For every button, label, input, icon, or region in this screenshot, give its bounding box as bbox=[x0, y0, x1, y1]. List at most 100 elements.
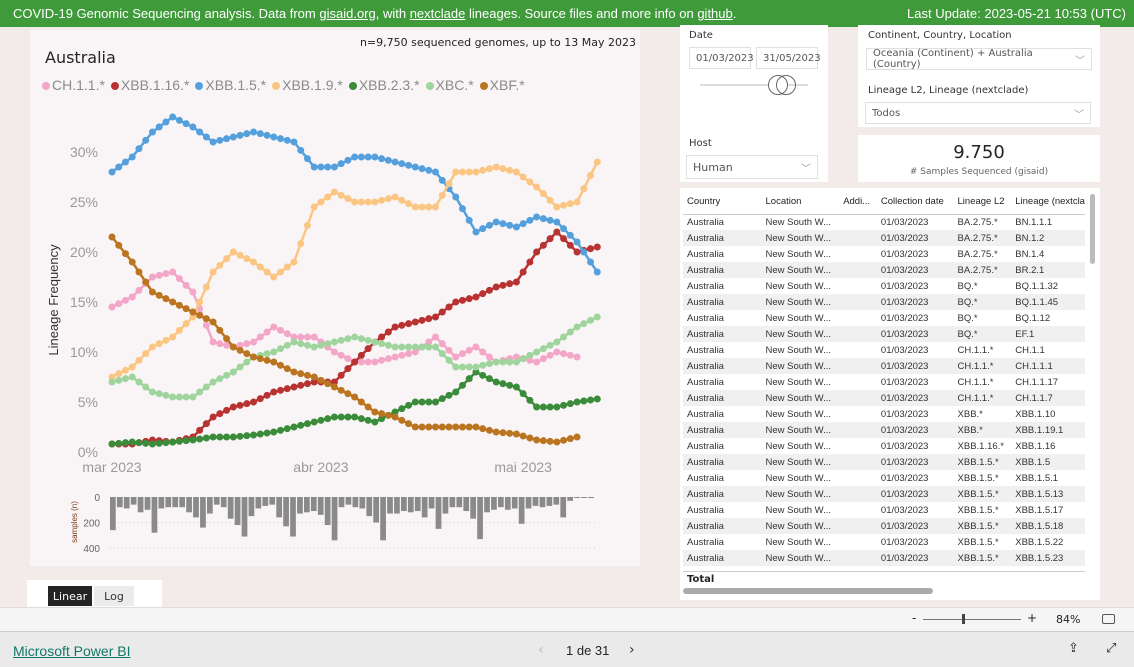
data-point bbox=[121, 439, 129, 447]
table-row[interactable]: Australia New South W... 01/03/2023 XBB.1.5… bbox=[683, 486, 1085, 502]
table-row[interactable]: Australia New South W... 01/03/2023 BQ.* BQ.… bbox=[683, 310, 1085, 326]
data-point bbox=[539, 403, 547, 411]
table-cell: 01/03/2023 bbox=[880, 504, 929, 516]
host-dropdown[interactable]: Human ﹀ bbox=[686, 155, 818, 179]
column-header[interactable]: Addi... bbox=[839, 190, 877, 215]
data-point bbox=[270, 323, 278, 331]
data-point bbox=[175, 116, 183, 124]
zoom-slider[interactable] bbox=[923, 619, 1021, 620]
table-cell: Australia bbox=[683, 230, 762, 246]
column-header[interactable]: Lineage (nextcla bbox=[1011, 190, 1085, 215]
column-header[interactable]: Collection date bbox=[876, 190, 954, 215]
sample-bar bbox=[324, 497, 331, 526]
horizontal-scrollbar[interactable] bbox=[683, 588, 933, 594]
data-point bbox=[432, 423, 440, 431]
table-row[interactable]: Australia New South W... 01/03/2023 BA.2.75… bbox=[683, 246, 1085, 262]
next-page-button[interactable]: › bbox=[629, 642, 635, 658]
log-button[interactable]: Log bbox=[94, 586, 134, 606]
fullscreen-icon[interactable]: ⤢ bbox=[1106, 641, 1116, 656]
table-row[interactable]: Australia New South W... 01/03/2023 BA.2.75… bbox=[683, 230, 1085, 246]
y-tick-label: 0% bbox=[78, 444, 98, 460]
table-row[interactable]: Australia New South W... 01/03/2023 XBB.1.5… bbox=[683, 454, 1085, 470]
table-row[interactable]: Australia New South W... 01/03/2023 XBB.1.5… bbox=[683, 550, 1085, 566]
banner-text: COVID-19 Genomic Sequencing analysis. Da… bbox=[13, 6, 737, 21]
data-point bbox=[371, 358, 379, 366]
slider-handle-end[interactable] bbox=[776, 75, 796, 95]
data-point bbox=[499, 220, 507, 228]
data-point bbox=[270, 273, 278, 281]
table-cell: 01/03/2023 bbox=[880, 472, 929, 484]
zoom-in-button[interactable]: + bbox=[1027, 611, 1037, 625]
table-row[interactable]: Australia New South W... 01/03/2023 CH.1.1.… bbox=[683, 342, 1085, 358]
x-tick-label: abr 2023 bbox=[293, 459, 348, 475]
bar-y-axis-label: samples (n) bbox=[70, 501, 79, 543]
share-icon[interactable]: ⇪ bbox=[1068, 641, 1079, 656]
data-point bbox=[398, 321, 406, 329]
column-header[interactable]: Location bbox=[761, 190, 840, 215]
data-point bbox=[438, 395, 446, 403]
location-slicer: Continent, Country, Location Oceania (Co… bbox=[858, 25, 1100, 80]
table-row[interactable]: Australia New South W... 01/03/2023 BQ.* BQ.… bbox=[683, 294, 1085, 310]
data-point bbox=[277, 426, 284, 434]
location-dropdown[interactable]: Oceania (Continent) + Australia (Country… bbox=[866, 48, 1092, 70]
table-cell bbox=[839, 214, 877, 230]
table-row[interactable]: Australia New South W... 01/03/2023 BA.2.75… bbox=[683, 262, 1085, 278]
table-row[interactable]: Australia New South W... 01/03/2023 XBB.1.5… bbox=[683, 470, 1085, 486]
data-point bbox=[202, 420, 210, 428]
date-from-input[interactable]: 01/03/2023 bbox=[689, 47, 754, 69]
lineage-dropdown[interactable]: Todos ﹀ bbox=[865, 102, 1091, 124]
vertical-scrollbar[interactable] bbox=[1090, 194, 1095, 264]
nextclade-link[interactable]: nextclade bbox=[410, 6, 466, 21]
data-point bbox=[162, 270, 170, 278]
table-row[interactable]: Australia New South W... 01/03/2023 XBB.* XB… bbox=[683, 422, 1085, 438]
table-cell: Australia bbox=[687, 504, 724, 516]
github-link[interactable]: github bbox=[697, 6, 732, 21]
data-point bbox=[169, 438, 177, 446]
table-row[interactable]: Australia New South W... 01/03/2023 CH.1.1.… bbox=[683, 358, 1085, 374]
column-header[interactable]: Lineage L2 bbox=[953, 190, 1012, 215]
table-row[interactable]: Australia New South W... 01/03/2023 XBB.1.1… bbox=[683, 438, 1085, 454]
data-point bbox=[243, 400, 251, 408]
fit-to-page-icon[interactable] bbox=[1102, 614, 1115, 624]
data-point bbox=[189, 436, 197, 444]
data-point bbox=[364, 403, 372, 411]
table-row[interactable]: Australia New South W... 01/03/2023 XBB.* XB… bbox=[683, 406, 1085, 422]
zoom-out-button[interactable]: - bbox=[912, 611, 916, 625]
data-point bbox=[115, 376, 123, 384]
table-row[interactable]: Australia New South W... 01/03/2023 BQ.* EF.… bbox=[683, 326, 1085, 342]
data-point bbox=[506, 280, 514, 288]
column-header[interactable]: Country bbox=[683, 190, 762, 215]
data-point bbox=[256, 395, 264, 403]
table-row[interactable]: Australia New South W... 01/03/2023 CH.1.1.… bbox=[683, 374, 1085, 390]
table-cell: Australia bbox=[687, 408, 724, 420]
data-point bbox=[479, 225, 487, 233]
data-point bbox=[506, 429, 514, 437]
data-point bbox=[243, 130, 251, 138]
table-cell: CH.1.1.1 bbox=[1011, 358, 1085, 374]
sample-bar bbox=[449, 497, 456, 508]
table-cell: New South W... bbox=[765, 472, 831, 484]
data-point bbox=[378, 340, 386, 348]
data-point bbox=[142, 136, 150, 144]
table-row[interactable]: Australia New South W... 01/03/2023 XBB.1.5… bbox=[683, 518, 1085, 534]
data-point bbox=[148, 343, 156, 351]
prev-page-button[interactable]: ‹ bbox=[538, 642, 544, 658]
data-point bbox=[533, 358, 541, 366]
table-row[interactable]: Australia New South W... 01/03/2023 XBB.1.5… bbox=[683, 534, 1085, 550]
table-cell: New South W... bbox=[765, 344, 831, 356]
linear-button[interactable]: Linear bbox=[48, 586, 92, 606]
gisaid-link[interactable]: gisaid.org bbox=[319, 6, 375, 21]
table-cell bbox=[839, 374, 877, 390]
table-row[interactable]: Australia New South W... 01/03/2023 BA.2.75… bbox=[683, 214, 1085, 230]
date-to-input[interactable]: 31/05/2023 bbox=[756, 47, 821, 69]
table-cell: Australia bbox=[683, 294, 762, 310]
data-point bbox=[290, 368, 298, 376]
power-bi-link[interactable]: Microsoft Power BI bbox=[13, 643, 130, 659]
data-point bbox=[499, 380, 507, 388]
top-banner: COVID-19 Genomic Sequencing analysis. Da… bbox=[0, 0, 1134, 27]
table-row[interactable]: Australia New South W... 01/03/2023 CH.1.1.… bbox=[683, 390, 1085, 406]
table-row[interactable]: Australia New South W... 01/03/2023 XBB.1.5… bbox=[683, 502, 1085, 518]
table-row[interactable]: Australia New South W... 01/03/2023 BQ.* BQ.… bbox=[683, 278, 1085, 294]
zoom-slider-handle[interactable] bbox=[962, 614, 965, 624]
data-point bbox=[445, 303, 453, 311]
